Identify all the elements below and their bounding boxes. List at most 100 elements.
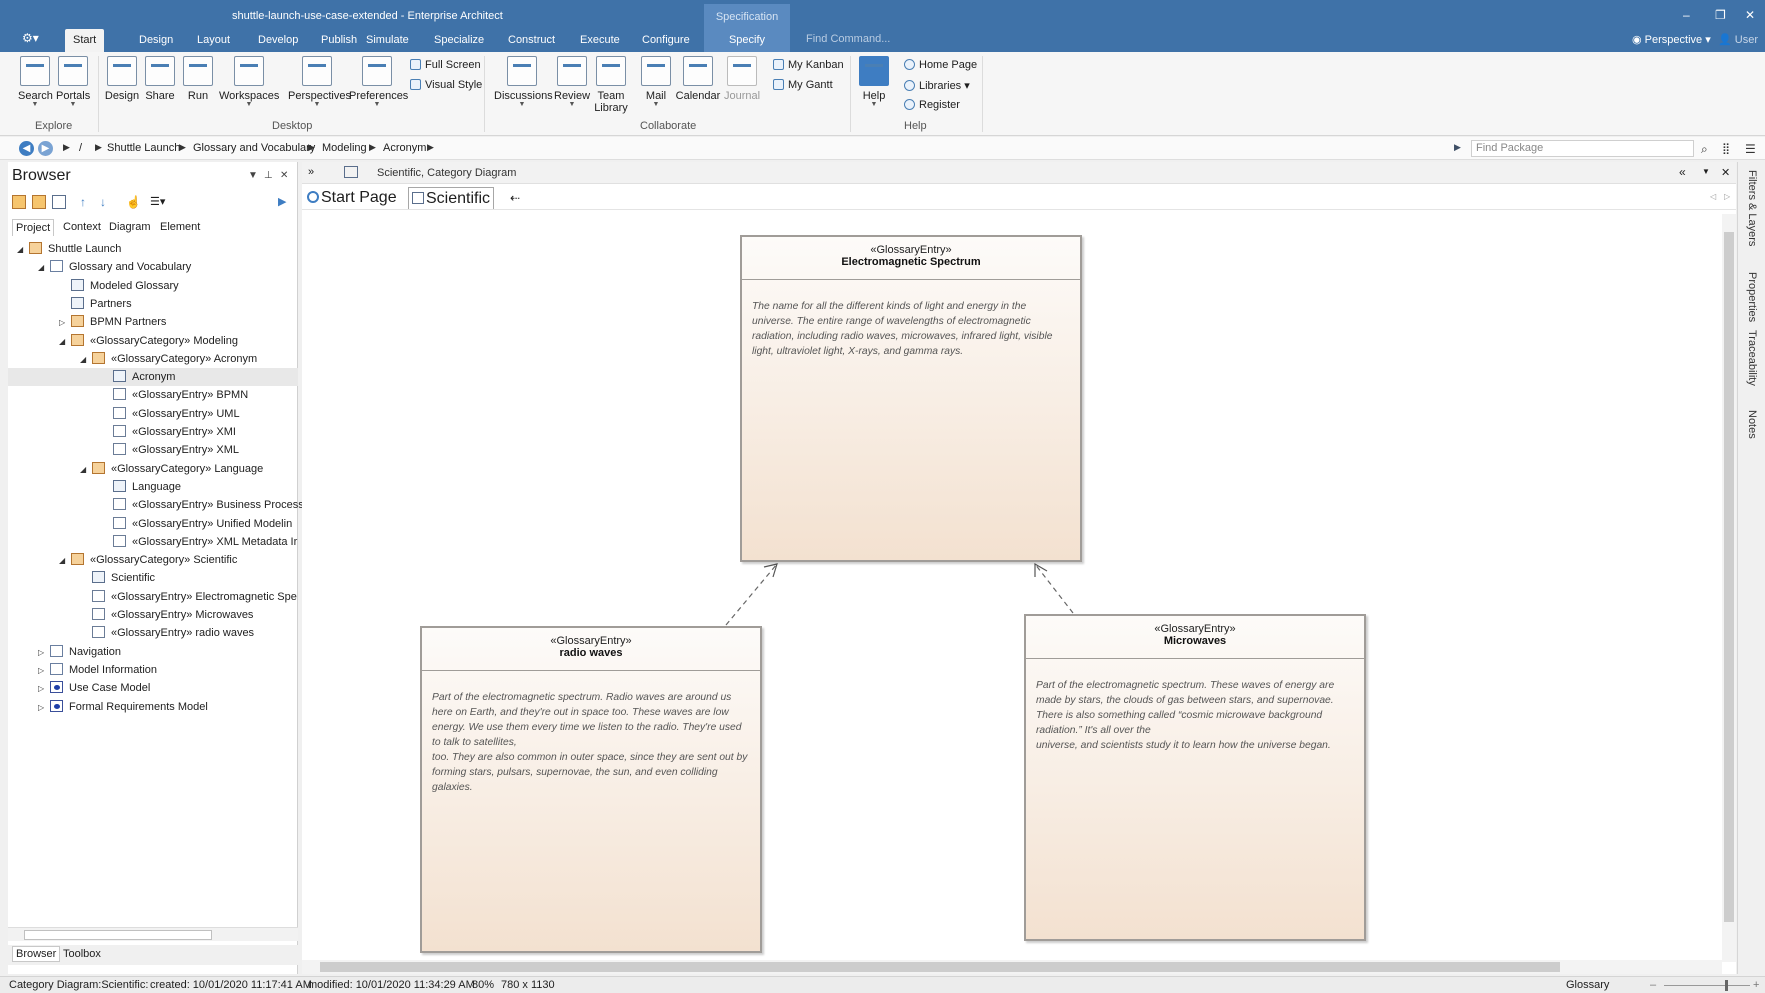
element-radio-waves[interactable]: «GlossaryEntry» radio waves Part of the … [420,626,762,953]
scroll-thumb[interactable] [24,930,212,940]
tab-design[interactable]: Design [131,32,181,52]
expand-panel-icon[interactable]: ▶ [278,195,292,209]
journal-button[interactable]: Journal [722,56,762,102]
tree-item[interactable]: «GlossaryEntry» Unified Modelin [8,515,298,533]
tree-item[interactable]: ◢ «GlossaryCategory» Modeling [8,332,298,350]
zoom-slider-thumb[interactable] [1725,980,1728,991]
tree-item[interactable]: ▷ Navigation [8,643,298,661]
review-button[interactable]: Review ▼ [554,56,590,108]
register-button[interactable]: Register [904,99,960,111]
pin-icon[interactable]: ⊥ [264,170,273,181]
tab-properties[interactable]: Properties [1746,272,1758,322]
visual-style-button[interactable]: Visual Style [410,79,482,91]
tab-layout[interactable]: Layout [189,32,238,52]
tree-item[interactable]: Scientific [8,569,298,587]
team-library-button[interactable]: Team Library [594,56,628,114]
tree-item[interactable]: «GlossaryEntry» radio waves [8,624,298,642]
tab-start[interactable]: Start [65,29,105,52]
scroll-thumb[interactable] [1724,232,1734,922]
tree-item[interactable]: Acronym [8,368,298,387]
tab-traceability[interactable]: Traceability [1746,330,1758,386]
tree-item[interactable]: ◢ «GlossaryCategory» Acronym [8,350,298,368]
breadcrumb-shuttle-launch[interactable]: Shuttle Launch [107,142,180,154]
breadcrumb-modeling[interactable]: Modeling [322,142,367,154]
next-tab-icon[interactable]: ▷ [1724,192,1730,201]
expand-toggle-icon[interactable]: ▷ [38,699,50,717]
my-kanban-button[interactable]: My Kanban [773,59,844,71]
tree-item[interactable]: «GlossaryEntry» Microwaves [8,606,298,624]
preferences-button[interactable]: Preferences ▼ [349,56,408,108]
tree-item[interactable]: ▷ BPMN Partners [8,313,298,331]
breadcrumb-glossary[interactable]: Glossary and Vocabulary [193,142,315,154]
diagram-vertical-scrollbar[interactable] [1722,214,1736,962]
tree-item[interactable]: Partners [8,295,298,313]
minimize-icon[interactable]: – [1683,8,1690,22]
expand-toggle-icon[interactable]: ▷ [59,314,71,332]
dropdown-icon[interactable]: ▼ [248,170,258,181]
share-button[interactable]: Share [144,56,176,102]
menu-icon[interactable]: ☰ [1745,142,1756,156]
close-icon[interactable]: ✕ [280,170,288,181]
expand-toggle-icon[interactable]: ◢ [80,461,92,479]
new-package-icon[interactable] [12,195,26,209]
element-electromagnetic-spectrum[interactable]: «GlossaryEntry» Electromagnetic Spectrum… [740,235,1082,562]
new-folder-icon[interactable] [32,195,46,209]
zoom-in-icon[interactable]: + [1753,979,1759,991]
tree-item[interactable]: ▷ Use Case Model [8,679,298,697]
tree-item[interactable]: «GlossaryEntry» XML Metadata Ir [8,533,298,551]
expand-toggle-icon[interactable]: ◢ [38,259,50,277]
tree-item[interactable]: ▷ Model Information [8,661,298,679]
list-options-icon[interactable]: ☰▾ [150,195,176,209]
portals-button[interactable]: Portals ▼ [56,56,90,108]
tree-item[interactable]: «GlossaryEntry» XMI [8,423,298,441]
close-icon[interactable]: ✕ [1745,8,1755,22]
expand-toggle-icon[interactable]: ▷ [38,662,50,680]
scroll-thumb[interactable] [320,962,1560,972]
workspaces-button[interactable]: Workspaces ▼ [219,56,279,108]
libraries-button[interactable]: Libraries ▾ [904,79,970,92]
run-button[interactable]: Run [182,56,214,102]
full-screen-button[interactable]: Full Screen [410,59,481,71]
tree-item[interactable]: ◢ Shuttle Launch [8,240,298,258]
tree-item[interactable]: «GlossaryEntry» BPMN [8,386,298,404]
tab-project[interactable]: Project [12,219,55,236]
breadcrumb-root[interactable]: / [79,142,82,154]
tree-item[interactable]: Language [8,478,298,496]
go-arrow-icon[interactable]: ▶ [1454,142,1461,153]
close-icon[interactable]: ✕ [1721,166,1730,179]
calendar-button[interactable]: Calendar [675,56,721,102]
zoom-slider[interactable] [1664,985,1750,986]
tree-item[interactable]: ▷ Formal Requirements Model [8,698,298,716]
search-button[interactable]: Search ▼ [18,56,53,108]
tab-simulate[interactable]: Simulate [358,32,417,52]
tab-notes[interactable]: Notes [1746,410,1758,439]
expand-toggle-icon[interactable]: ▷ [38,644,50,662]
tree-item[interactable]: ◢ «GlossaryCategory» Language [8,460,298,478]
breadcrumb-acronym[interactable]: Acronym [383,142,426,154]
tab-develop[interactable]: Develop [250,32,306,52]
my-gantt-button[interactable]: My Gantt [773,79,833,91]
tree-item[interactable]: Modeled Glossary [8,277,298,295]
tab-context[interactable]: Context [60,219,104,235]
dependency-connector[interactable] [725,563,778,626]
perspectives-button[interactable]: Perspectives ▼ [288,56,351,108]
help-button[interactable]: Help ▼ [857,56,891,108]
tree-item[interactable]: ◢ Glossary and Vocabulary [8,258,298,276]
find-command-input[interactable]: Find Command... [806,33,890,45]
tab-specialize[interactable]: Specialize [426,32,492,52]
tab-element[interactable]: Element [157,219,203,235]
discussions-button[interactable]: Discussions ▼ [494,56,553,108]
dependency-connector[interactable] [1034,563,1074,614]
tree-item[interactable]: «GlossaryEntry» Business Process [8,496,304,514]
tab-configure[interactable]: Configure [634,32,698,52]
tab-execute[interactable]: Execute [572,32,628,52]
tab-toolbox[interactable]: Toolbox [63,948,101,960]
user-button[interactable]: 👤 User [1718,33,1758,46]
forward-icon[interactable]: ▶ [38,141,53,156]
tab-diagram[interactable]: Diagram [106,219,154,235]
app-menu-button[interactable]: ⚙▾ [22,31,48,47]
expand-toggle-icon[interactable]: ▷ [38,680,50,698]
tab-construct[interactable]: Construct [500,32,563,52]
expand-toggle-icon[interactable]: ◢ [80,351,92,369]
tab-filters-layers[interactable]: Filters & Layers [1746,170,1758,246]
